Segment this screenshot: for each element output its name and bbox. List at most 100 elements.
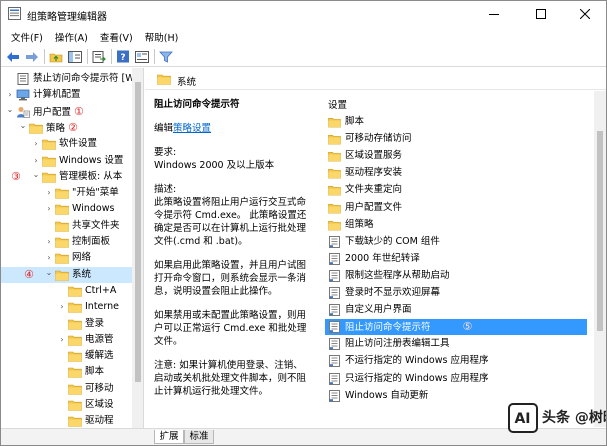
settings-folder-item[interactable]: 脚本 bbox=[325, 114, 587, 130]
policy-setting-item[interactable]: 自定义用户界面 bbox=[325, 302, 587, 318]
tree-item[interactable]: 登录 bbox=[1, 316, 132, 332]
folder-icon bbox=[328, 118, 341, 128]
tree-vertical-scrollbar[interactable] bbox=[132, 68, 143, 428]
watermark-logo: AI bbox=[508, 403, 538, 433]
properties-button[interactable] bbox=[134, 49, 150, 65]
policy-setting-item[interactable]: 下载缺少的 COM 组件 bbox=[325, 234, 587, 250]
setting-item-label: 用户配置文件 bbox=[345, 202, 402, 214]
tree-item[interactable]: › 网络 bbox=[1, 250, 132, 266]
policy-setting-item[interactable]: 只运行指定的 Windows 应用程序 bbox=[325, 371, 587, 387]
folder-icon bbox=[68, 368, 82, 379]
chevron-right-icon[interactable]: › bbox=[6, 90, 14, 100]
settings-folder-item[interactable]: 区域设置服务 bbox=[325, 148, 587, 164]
tree-item[interactable]: Ctrl+A bbox=[1, 283, 132, 299]
setting-item-text: Windows 自动更新 bbox=[345, 389, 429, 401]
setting-item-text: 用户配置文件 bbox=[345, 201, 403, 213]
menu-view[interactable]: 查看(V) bbox=[94, 30, 139, 44]
settings-column-header[interactable]: 设置 bbox=[328, 97, 347, 111]
folder-icon bbox=[68, 286, 82, 297]
tree-item-label: Windows 设置 bbox=[59, 154, 124, 166]
settings-folder-item[interactable]: 驱动程序安装 bbox=[325, 165, 587, 181]
chevron-right-icon[interactable]: › bbox=[45, 188, 53, 198]
tree-item[interactable]: 区域设 bbox=[1, 397, 132, 413]
tree-item[interactable]: › 计算机配置 bbox=[1, 87, 132, 103]
policy-setting-item[interactable]: 不运行指定的 Windows 应用程序 bbox=[325, 353, 587, 369]
tree-item[interactable]: › Interne bbox=[1, 299, 132, 315]
tree-item-icon bbox=[55, 269, 69, 281]
settings-vertical-scrollbar[interactable] bbox=[594, 91, 606, 427]
chevron-down-icon[interactable]: ⌄ bbox=[19, 121, 27, 131]
description-text: 此策略设置将阻止用户运行交互式命令提示符 Cmd.exe。 此策略设置还确定是否… bbox=[154, 197, 307, 247]
close-button[interactable] bbox=[563, 1, 606, 27]
tree-item[interactable]: 禁止访问命令提示符 [WI bbox=[1, 71, 132, 87]
chevron-down-icon[interactable]: ⌄ bbox=[45, 268, 53, 278]
tree-item[interactable]: 驱动程 bbox=[1, 413, 132, 428]
back-button[interactable] bbox=[5, 49, 21, 65]
chevron-right-icon[interactable]: › bbox=[32, 139, 40, 149]
tree-item[interactable]: › 控制面板 bbox=[1, 234, 132, 250]
policy-setting-item[interactable]: 2000 年世纪转译 bbox=[325, 251, 587, 267]
tree-item-label: 脚本 bbox=[85, 366, 105, 378]
settings-scroll-thumb[interactable] bbox=[597, 131, 603, 331]
tree-item[interactable]: 脚本 bbox=[1, 364, 132, 380]
policy-setting-item[interactable]: 阻止访问命令提示符 ⑤ bbox=[325, 319, 587, 336]
tree-item[interactable]: › Windows bbox=[1, 201, 132, 217]
minimize-button[interactable] bbox=[472, 1, 516, 27]
menu-help[interactable]: 帮助(H) bbox=[139, 30, 185, 44]
tree-item-icon bbox=[16, 73, 30, 85]
tree-item[interactable]: 缓解选 bbox=[1, 348, 132, 364]
description-label: 描述: bbox=[154, 184, 177, 195]
settings-folder-item[interactable]: 文件夹重定向 bbox=[325, 182, 587, 198]
tree-item[interactable]: › Windows 设置 bbox=[1, 153, 132, 169]
tree-item[interactable]: ③ ⌄ 管理模板: 从本 bbox=[1, 169, 132, 185]
chevron-right-icon[interactable]: › bbox=[45, 253, 53, 263]
setting-item-label: Windows 自动更新 bbox=[345, 390, 428, 402]
tree-horizontal-scrollbar[interactable] bbox=[1, 431, 144, 443]
tree-item[interactable]: › "开始"菜单 bbox=[1, 185, 132, 201]
setting-item-icon bbox=[328, 184, 341, 196]
settings-folder-item[interactable]: 用户配置文件 bbox=[325, 200, 587, 216]
maximize-button[interactable] bbox=[519, 1, 563, 27]
edit-policy-link[interactable]: 策略设置 bbox=[173, 123, 211, 134]
tree-item[interactable]: 可移动 bbox=[1, 381, 132, 397]
export-list-button[interactable] bbox=[91, 49, 107, 65]
tab-standard[interactable]: 标准 bbox=[184, 430, 214, 444]
menu-file[interactable]: 文件(F) bbox=[5, 30, 49, 44]
edit-policy-line: 编辑策略设置 bbox=[154, 122, 308, 135]
policy-setting-item[interactable]: 登录时不显示欢迎屏幕 bbox=[325, 285, 587, 301]
up-level-button[interactable] bbox=[48, 49, 64, 65]
tree-item[interactable]: ④ ⌄ 系统 bbox=[1, 266, 132, 283]
folder-icon bbox=[68, 319, 82, 330]
chevron-right-icon[interactable]: › bbox=[45, 204, 53, 214]
watermark-text: 头条 @树时 bbox=[542, 410, 606, 426]
tree-item[interactable]: 共享文件夹 bbox=[1, 218, 132, 234]
forward-button[interactable] bbox=[24, 49, 40, 65]
chevron-down-icon[interactable]: ⌄ bbox=[6, 105, 14, 115]
setting-item-text: 区域设置服务 bbox=[345, 150, 403, 162]
setting-item-text: 下载缺少的 COM 组件 bbox=[345, 235, 440, 247]
chevron-right-icon[interactable]: › bbox=[58, 335, 66, 345]
policy-setting-item[interactable]: Windows 自动更新 bbox=[325, 388, 587, 404]
setting-item-label: 组策略 bbox=[345, 219, 374, 231]
filter-button[interactable] bbox=[158, 49, 174, 65]
tab-extended[interactable]: 扩展 bbox=[154, 430, 184, 444]
show-tree-button[interactable] bbox=[67, 49, 83, 65]
folder-icon bbox=[55, 237, 69, 248]
tree-item[interactable]: ⌄ 用户配置 ① bbox=[1, 104, 132, 120]
tree-item[interactable]: › 电源管 bbox=[1, 332, 132, 348]
chevron-right-icon[interactable]: › bbox=[32, 156, 40, 166]
settings-folder-item[interactable]: 可移动存储访问 bbox=[325, 131, 587, 147]
chevron-right-icon[interactable]: › bbox=[45, 237, 53, 247]
menu-action[interactable]: 操作(A) bbox=[49, 30, 94, 44]
tree-scroll-thumb[interactable] bbox=[135, 82, 141, 382]
policy-setting-item[interactable]: 阻止访问注册表编辑工具 bbox=[325, 336, 587, 352]
help-button[interactable]: ? bbox=[115, 49, 131, 65]
policy-setting-item[interactable]: 限制这些程序从帮助启动 bbox=[325, 268, 587, 284]
settings-folder-item[interactable]: 组策略 bbox=[325, 217, 587, 233]
tree-item[interactable]: › 软件设置 bbox=[1, 136, 132, 152]
chevron-right-icon[interactable]: › bbox=[58, 302, 66, 312]
details-header-title: 系统 bbox=[177, 77, 197, 88]
chevron-down-icon[interactable]: ⌄ bbox=[32, 170, 40, 180]
tree-item[interactable]: ⌄ 策略 ② bbox=[1, 120, 132, 136]
